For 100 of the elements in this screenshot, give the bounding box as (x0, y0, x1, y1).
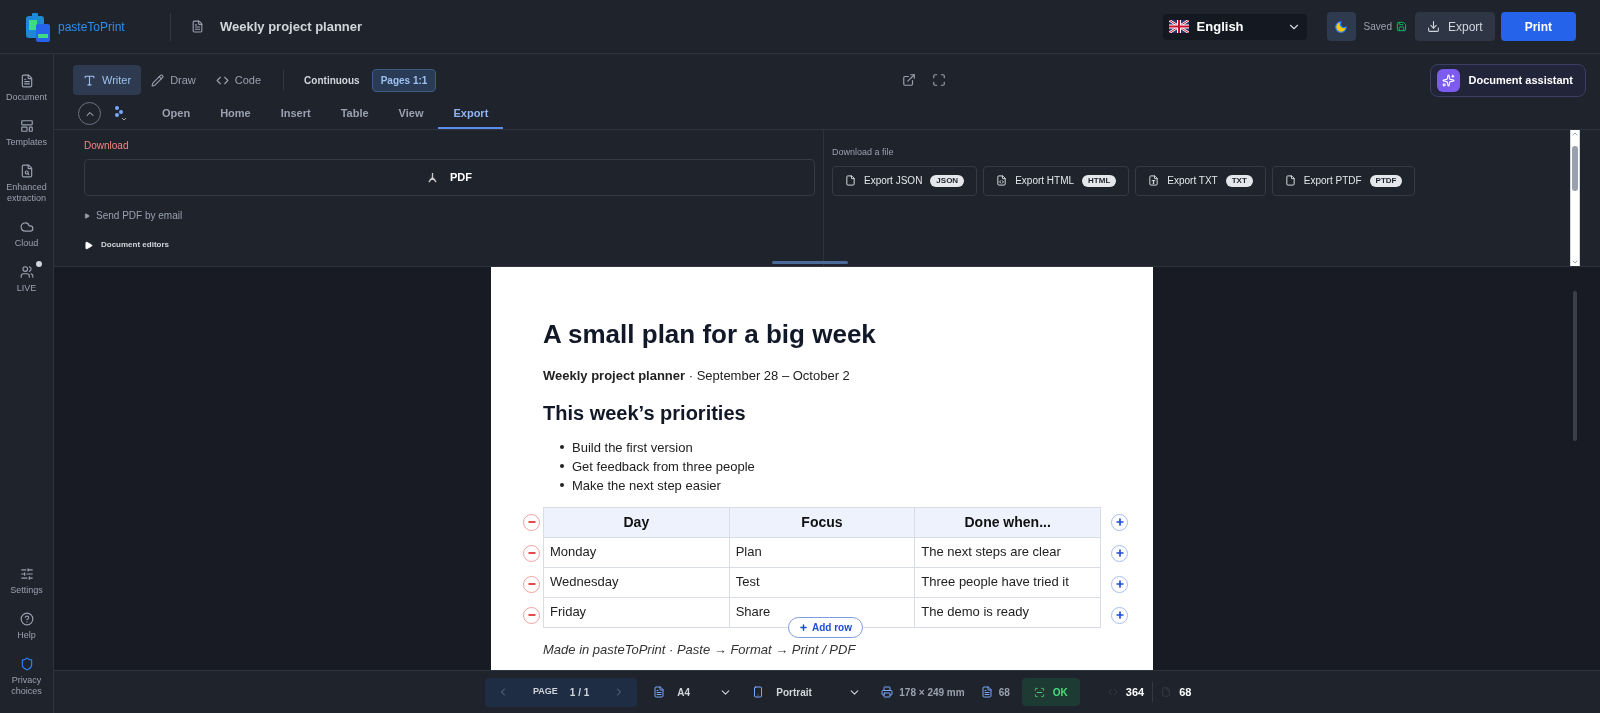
cloud-icon (19, 220, 34, 234)
format-badge: JSON (930, 174, 965, 187)
ribbon-tab[interactable]: View (383, 99, 439, 129)
ribbon-tab[interactable]: Home (205, 99, 266, 129)
document-icon (19, 164, 34, 178)
export-file-button[interactable]: Export JSON JSON (832, 165, 978, 196)
table-header-cell: Day (543, 507, 730, 537)
flag-icon (1168, 20, 1189, 33)
export-file-button[interactable]: Export TXT TXT (1135, 165, 1266, 196)
section-heading: This week’s priorities (543, 400, 747, 426)
status-badge: OK (1021, 678, 1080, 706)
printer-icon (881, 686, 894, 698)
table-header-cell: Focus (729, 507, 915, 537)
print-size: 178 × 249 mm (899, 685, 965, 700)
mode-tab[interactable]: Draw (141, 65, 206, 95)
document-title: Weekly project planner (220, 17, 363, 36)
external-link-icon[interactable] (902, 73, 917, 87)
resize-handle[interactable] (772, 261, 848, 264)
sidebar-item[interactable]: Settings (0, 559, 53, 604)
export-file-button[interactable]: Export PTDF PTDF (1271, 165, 1416, 196)
table-header-cell: Done when... (914, 507, 1101, 537)
sidebar-item[interactable]: LIVE (0, 257, 53, 302)
format-badge: HTML (1082, 174, 1117, 187)
send-email-toggle[interactable]: Send PDF by email (84, 208, 815, 223)
add-row-button[interactable]: Add row (788, 616, 863, 638)
help-icon (19, 612, 34, 626)
add-column-button[interactable] (1111, 544, 1128, 562)
paper-select[interactable]: A4 (653, 684, 733, 700)
code-count: 364 (1125, 684, 1145, 700)
file-icon (1284, 175, 1296, 186)
add-column-button[interactable] (1111, 575, 1128, 593)
sidebar-item[interactable]: Privacy choices (0, 649, 53, 705)
code-icon (996, 175, 1008, 186)
fullscreen-icon[interactable] (932, 73, 947, 87)
mode-tab[interactable]: Code (205, 65, 272, 95)
shield-icon (19, 657, 34, 671)
sidebar-item[interactable]: Enhanced extraction (0, 156, 53, 212)
table-cell: Test (729, 567, 915, 597)
add-column-button[interactable] (1111, 513, 1128, 531)
save-icon (1395, 21, 1407, 32)
page-label: PAGE (533, 685, 558, 699)
plus-icon (1114, 548, 1125, 558)
remove-row-button[interactable] (523, 513, 540, 531)
document-subtitle: Weekly project planner · September 28 – October 2 (543, 367, 851, 385)
scroll-down-icon[interactable] (1571, 258, 1579, 266)
view-mode-button[interactable]: Pages 1:1 (371, 68, 437, 92)
format-badge: TXT (1225, 174, 1253, 187)
footer-note: Made in pasteToPrint · Paste → Format → Print / PDF (543, 640, 857, 659)
logo-text: pasteToPrint (58, 18, 125, 36)
scroll-up-icon[interactable] (1571, 130, 1579, 138)
export-file-button[interactable]: Export HTML HTML (983, 165, 1130, 196)
assistant-button[interactable]: Document assistant (1430, 63, 1586, 97)
document-icon (653, 686, 666, 698)
section-heading: Download (84, 139, 130, 153)
ribbon-tab[interactable]: Table (325, 99, 384, 129)
plus-icon (1114, 610, 1125, 620)
remove-row-button[interactable] (523, 606, 540, 624)
language-select[interactable]: English (1162, 13, 1307, 40)
mode-tab[interactable]: Writer (73, 65, 142, 95)
portrait-icon (752, 686, 765, 698)
print-button[interactable]: Print (1500, 12, 1576, 41)
file-icon (1161, 687, 1172, 697)
remove-row-button[interactable] (523, 575, 540, 593)
view-mode-button[interactable]: Continuous (296, 68, 368, 92)
plus-icon (799, 622, 808, 632)
saved-status: Saved (1363, 20, 1392, 34)
ribbon-tab[interactable]: Insert (265, 99, 326, 129)
ribbon-tab[interactable]: Export (438, 99, 504, 129)
bullet-item: Get feedback from three people (572, 457, 755, 476)
dots-icon (113, 105, 127, 121)
pdf-button[interactable]: PDF (84, 159, 815, 196)
moon-icon (1334, 19, 1349, 34)
sidebar-item[interactable]: Cloud (0, 212, 53, 257)
download-icon (1426, 20, 1440, 33)
word-count: 68 (1179, 684, 1192, 700)
triangle-icon (84, 212, 90, 219)
table-cell: The demo is ready (914, 597, 1101, 627)
orientation-select[interactable]: Portrait (752, 684, 862, 700)
add-column-button[interactable] (1111, 606, 1128, 624)
sidebar-item[interactable]: Templates (0, 111, 53, 156)
format-badge: PTDF (1369, 174, 1403, 187)
sparkle-icon (1442, 73, 1456, 87)
remove-row-button[interactable] (523, 544, 540, 562)
settings-icon (19, 567, 34, 581)
export-button[interactable]: Export (1414, 12, 1495, 41)
pages-count: 68 (998, 685, 1010, 700)
document-icon (191, 20, 204, 33)
table-cell: The next steps are clear (914, 537, 1101, 567)
scrollbar-thumb[interactable] (1573, 291, 1577, 441)
pages-icon (980, 686, 993, 698)
theme-button[interactable] (1326, 12, 1356, 41)
plus-icon (1114, 579, 1125, 589)
plus-icon (1114, 517, 1125, 527)
pencil-icon (151, 73, 165, 87)
ribbon-tab[interactable]: Open (147, 99, 206, 129)
editors-toggle[interactable]: Document editors (84, 239, 815, 251)
scrollbar-thumb[interactable] (1572, 145, 1578, 191)
sidebar-item[interactable]: Help (0, 604, 53, 649)
table-cell: Plan (729, 537, 915, 567)
sidebar-item[interactable]: Document (0, 66, 53, 111)
